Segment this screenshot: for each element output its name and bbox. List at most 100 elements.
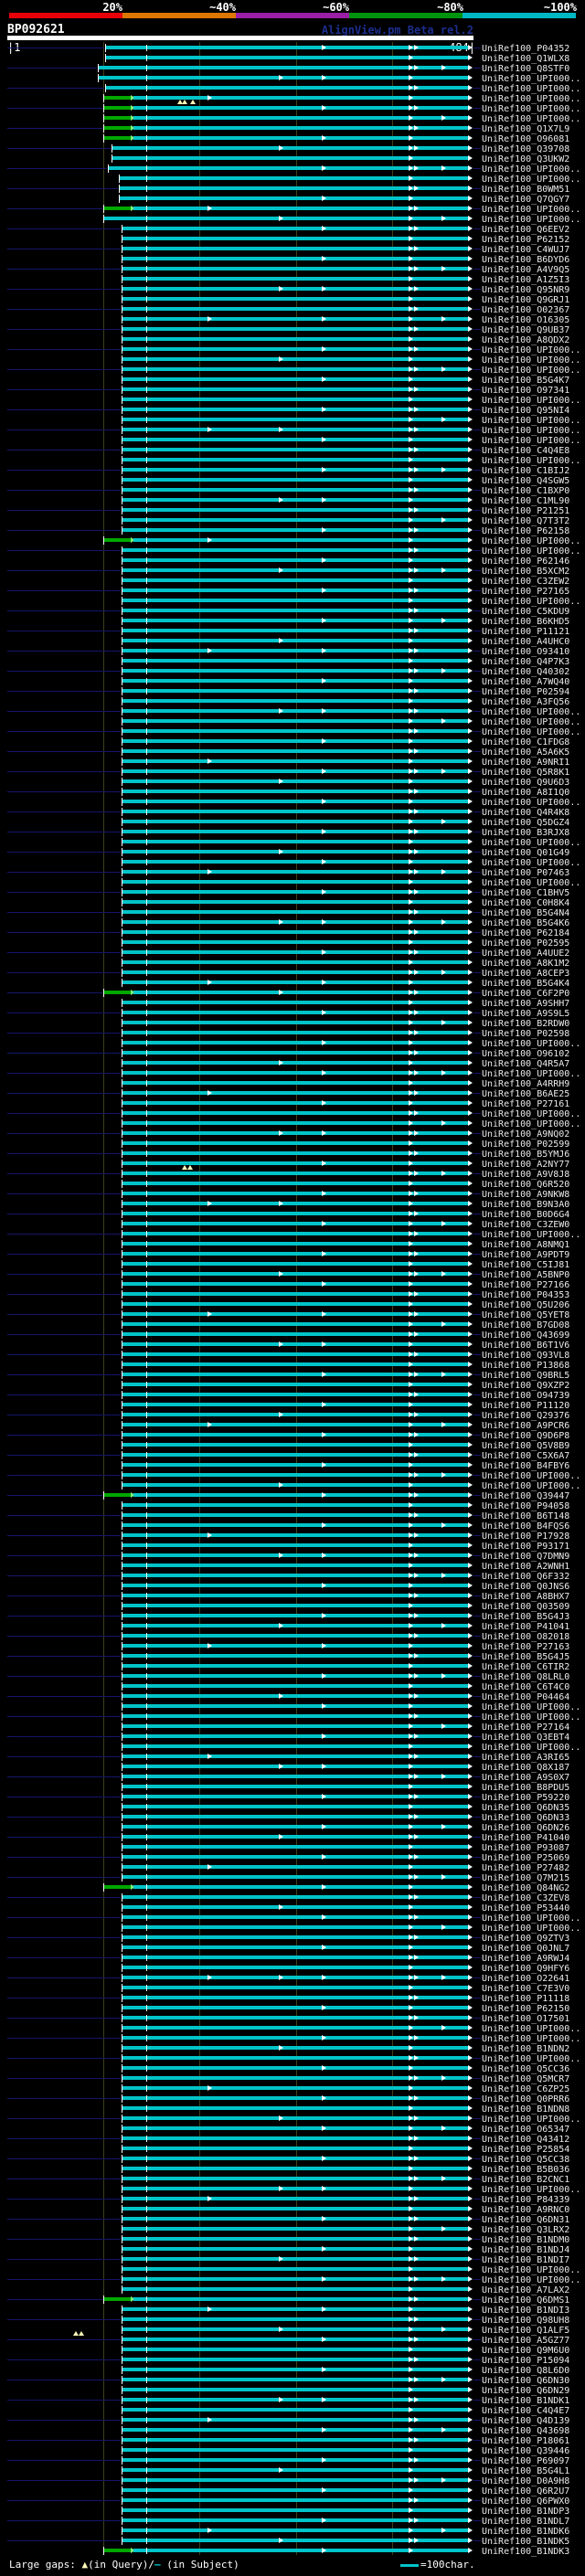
hit-label[interactable]: UniRef100_B4FBY6: [482, 1461, 569, 1471]
hit-label[interactable]: UniRef100_Q7M215: [482, 1873, 569, 1883]
hit-label[interactable]: UniRef100_B5G4K7: [482, 376, 569, 386]
hit-label[interactable]: UniRef100_P27161: [482, 1099, 569, 1109]
hit-label[interactable]: UniRef100_A1Z5I3: [482, 275, 569, 285]
hit-label[interactable]: UniRef100_UPI000..: [482, 1039, 580, 1049]
hit-label[interactable]: UniRef100_A4RRH9: [482, 1079, 569, 1089]
hit-label[interactable]: UniRef100_Q95NR9: [482, 285, 569, 295]
hit-label[interactable]: UniRef100_UPI000..: [482, 2185, 580, 2195]
hit-label[interactable]: UniRef100_B5G4K6: [482, 918, 569, 928]
hit-label[interactable]: UniRef100_Q3LRX2: [482, 2225, 569, 2235]
hit-label[interactable]: UniRef100_UPI000..: [482, 1109, 580, 1119]
hit-label[interactable]: UniRef100_P94058: [482, 1501, 569, 1511]
hit-label[interactable]: UniRef100_UPI000..: [482, 858, 580, 868]
hit-label[interactable]: UniRef100_Q39446: [482, 2446, 569, 2456]
hit-label[interactable]: UniRef100_UPI000..: [482, 164, 580, 175]
hit-label[interactable]: UniRef100_A8NMQ1: [482, 1240, 569, 1250]
hit-label[interactable]: UniRef100_C3ZEW0: [482, 1220, 569, 1230]
hit-label[interactable]: UniRef100_P02598: [482, 1029, 569, 1039]
hit-label[interactable]: UniRef100_O97341: [482, 386, 569, 396]
hit-label[interactable]: UniRef100_B6T1V6: [482, 1341, 569, 1351]
hit-label[interactable]: UniRef100_Q6DN35: [482, 1803, 569, 1813]
hit-label[interactable]: UniRef100_A9PDT9: [482, 1250, 569, 1260]
hit-label[interactable]: UniRef100_A4UHC0: [482, 637, 569, 647]
hit-label[interactable]: UniRef100_O02367: [482, 305, 569, 315]
hit-label[interactable]: UniRef100_A2WNH1: [482, 1562, 569, 1572]
hit-label[interactable]: UniRef100_C4Q4E8: [482, 446, 569, 456]
hit-label[interactable]: UniRef100_B1NDI3: [482, 2306, 569, 2316]
hit-label[interactable]: UniRef100_P41041: [482, 1622, 569, 1632]
hit-label[interactable]: UniRef100_UPI000..: [482, 366, 580, 376]
hit-label[interactable]: UniRef100_Q6DN31: [482, 2215, 569, 2225]
hit-label[interactable]: UniRef100_A8CEP3: [482, 969, 569, 979]
hit-label[interactable]: UniRef100_Q6DN33: [482, 1813, 569, 1823]
hit-label[interactable]: UniRef100_Q9HFY6: [482, 1964, 569, 1974]
hit-label[interactable]: UniRef100_B1NDM0: [482, 2235, 569, 2245]
hit-label[interactable]: UniRef100_O65347: [482, 2125, 569, 2135]
hit-label[interactable]: UniRef100_B0D6G4: [482, 1210, 569, 1220]
hit-label[interactable]: UniRef100_C6T4C0: [482, 1682, 569, 1692]
hit-label[interactable]: UniRef100_P27482: [482, 1863, 569, 1873]
hit-label[interactable]: UniRef100_B1NDP3: [482, 2507, 569, 2517]
hit-label[interactable]: UniRef100_O96081: [482, 134, 569, 144]
hit-label[interactable]: UniRef100_B1NDN2: [482, 2044, 569, 2054]
hit-label[interactable]: UniRef100_A5A6K5: [482, 747, 569, 758]
hit-label[interactable]: UniRef100_C3ZEV8: [482, 1893, 569, 1903]
hit-label[interactable]: UniRef100_O96102: [482, 1049, 569, 1059]
hit-label[interactable]: UniRef100_Q6EEV2: [482, 225, 569, 235]
hit-label[interactable]: UniRef100_Q9M6U0: [482, 2346, 569, 2356]
hit-label[interactable]: UniRef100_A4UUE2: [482, 949, 569, 959]
hit-label[interactable]: UniRef100_C6TIR2: [482, 1662, 569, 1672]
hit-label[interactable]: UniRef100_Q0JNS6: [482, 1582, 569, 1592]
hit-label[interactable]: UniRef100_P04464: [482, 1692, 569, 1702]
hit-label[interactable]: UniRef100_UPI000..: [482, 597, 580, 607]
hit-label[interactable]: UniRef100_P02594: [482, 687, 569, 697]
hit-label[interactable]: UniRef100_P25069: [482, 1853, 569, 1863]
hit-label[interactable]: UniRef100_A8BHX7: [482, 1592, 569, 1602]
hit-label[interactable]: UniRef100_P11120: [482, 1401, 569, 1411]
hit-label[interactable]: UniRef100_UPI000..: [482, 104, 580, 114]
hit-label[interactable]: UniRef100_A8K1M2: [482, 959, 569, 969]
hit-label[interactable]: UniRef100_Q5CC38: [482, 2155, 569, 2165]
hit-label[interactable]: UniRef100_UPI000..: [482, 205, 580, 215]
hit-label[interactable]: UniRef100_P27163: [482, 1642, 569, 1652]
hit-label[interactable]: UniRef100_B6DYD6: [482, 255, 569, 265]
hit-label[interactable]: UniRef100_B8PDU5: [482, 1783, 569, 1793]
hit-label[interactable]: UniRef100_P02599: [482, 1140, 569, 1150]
hit-label[interactable]: UniRef100_UPI000..: [482, 114, 580, 124]
hit-label[interactable]: UniRef100_UPI000..: [482, 707, 580, 717]
hit-label[interactable]: UniRef100_P62184: [482, 928, 569, 938]
hit-label[interactable]: UniRef100_UPI000..: [482, 456, 580, 466]
hit-label[interactable]: UniRef100_A2NY77: [482, 1160, 569, 1170]
hit-label[interactable]: UniRef100_Q6DN26: [482, 1823, 569, 1833]
hit-label[interactable]: UniRef100_B1NDI7: [482, 2255, 569, 2265]
hit-label[interactable]: UniRef100_Q9D6P8: [482, 1431, 569, 1441]
hit-label[interactable]: UniRef100_Q9ZTV3: [482, 1934, 569, 1944]
hit-label[interactable]: UniRef100_UPI000..: [482, 727, 580, 737]
hit-label[interactable]: UniRef100_A9PCR6: [482, 1421, 569, 1431]
hit-label[interactable]: UniRef100_A7WQ40: [482, 677, 569, 687]
hit-label[interactable]: UniRef100_Q6F332: [482, 1572, 569, 1582]
hit-label[interactable]: UniRef100_A5GZ77: [482, 2336, 569, 2346]
hit-label[interactable]: UniRef100_UPI000..: [482, 2265, 580, 2275]
hit-label[interactable]: UniRef100_Q9XZP2: [482, 1381, 569, 1391]
hit-label[interactable]: UniRef100_P27166: [482, 1280, 569, 1290]
hit-label[interactable]: UniRef100_Q8STF0: [482, 64, 569, 74]
hit-label[interactable]: UniRef100_Q6R520: [482, 1180, 569, 1190]
hit-label[interactable]: UniRef100_P17928: [482, 1532, 569, 1542]
hit-label[interactable]: UniRef100_Q6DMS1: [482, 2295, 569, 2306]
hit-label[interactable]: UniRef100_UPI000..: [482, 798, 580, 808]
hit-label[interactable]: UniRef100_A9SHH7: [482, 999, 569, 1009]
hit-label[interactable]: UniRef100_O93410: [482, 647, 569, 657]
hit-label[interactable]: UniRef100_P21251: [482, 506, 569, 516]
hit-label[interactable]: UniRef100_UPI000..: [482, 536, 580, 546]
hit-label[interactable]: UniRef100_P15094: [482, 2356, 569, 2366]
hit-label[interactable]: UniRef100_UPI000..: [482, 84, 580, 94]
hit-label[interactable]: UniRef100_Q4P7K3: [482, 657, 569, 667]
hit-label[interactable]: UniRef100_UPI000..: [482, 546, 580, 557]
hit-label[interactable]: UniRef100_B6AE25: [482, 1089, 569, 1099]
hit-label[interactable]: UniRef100_O16305: [482, 315, 569, 325]
hit-label[interactable]: UniRef100_B5B036: [482, 2165, 569, 2175]
hit-label[interactable]: UniRef100_B1NDN8: [482, 2104, 569, 2115]
hit-label[interactable]: UniRef100_Q95NI4: [482, 406, 569, 416]
hit-label[interactable]: UniRef100_O22641: [482, 1974, 569, 1984]
